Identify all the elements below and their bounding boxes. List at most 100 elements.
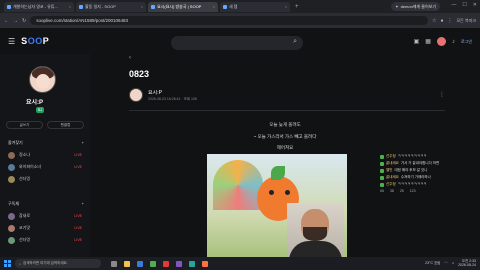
browser-tab-2[interactable]: 활동 일지 - SOOP × (76, 1, 146, 12)
avatar[interactable] (436, 37, 446, 46)
station-sidebar: 요시:P BJ 글쓰기 팬클럽 즐겨찾기 + 정소나 LIVE 와이파이소녀 LIVE… (0, 54, 90, 257)
close-icon[interactable]: × (213, 4, 215, 9)
taskbar-search-input[interactable]: ⌕ 검색하려면 여기에 입력하세요. (15, 259, 101, 268)
add-icon[interactable]: + (82, 140, 84, 146)
live-badge: LIVE (74, 153, 82, 157)
back-icon[interactable]: ← (4, 18, 9, 24)
browser-tab-3[interactable]: 요시(요시) 방송국 | SOOP × (148, 1, 218, 12)
chat-message: 선주정 ㅋㅋㅋㅋㅋㅋㅋㅋㅋ (380, 153, 468, 160)
search-icon[interactable]: ⌕ (293, 38, 297, 46)
app-icon[interactable] (202, 260, 208, 267)
new-tab-button[interactable]: + (295, 4, 299, 10)
ai-assistant-button[interactable]: ✦ demon에게 물어보기 (391, 2, 440, 11)
chat-overlay: 선주정 ㅋㅋㅋㅋㅋㅋㅋㅋㅋ 끝내세요 가서 거 끝내야합니다 하면 엘빈 대청 해야 … (380, 153, 468, 203)
browser-menu-icon[interactable]: ⋮ (447, 18, 452, 24)
avatar (8, 212, 15, 220)
camera-icon[interactable]: ▣ (414, 38, 420, 45)
fanclub-button[interactable]: 팬클럽 (47, 121, 84, 129)
sidebar-item[interactable]: 코기맛 LIVE (8, 223, 82, 233)
post-body-line: ~ 오늘 가스라서 가스 빼고 올려다 (253, 134, 317, 139)
reload-icon[interactable]: ↻ (22, 18, 26, 24)
close-window-icon[interactable]: ✕ (473, 2, 477, 8)
section-label: 즐겨찾기 (8, 140, 23, 145)
more-icon[interactable]: ⋮ (439, 91, 445, 98)
close-icon[interactable]: × (285, 4, 287, 9)
chat-message: 끝내세요 수져하기 가매라하나 (380, 174, 468, 181)
favorites-section-title[interactable]: 즐겨찾기 + (8, 140, 84, 146)
browser-tab-1[interactable]: 개발하는남자 영코 - 유튜... × (4, 1, 74, 12)
task-view-icon[interactable] (111, 260, 117, 267)
app-icon[interactable] (189, 260, 195, 267)
chat-nick: 선주정 (386, 154, 396, 158)
clock[interactable]: 오전 2:33 2026-08-24 (458, 259, 476, 267)
all-bookmarks[interactable]: 모든 북마크 (456, 18, 476, 24)
sidebar-item[interactable]: 선더멍 LIVE (8, 235, 82, 245)
stat-value: 65 (380, 189, 384, 193)
write-button[interactable]: 글쓰기 (6, 121, 43, 129)
star-icon[interactable]: ☆ (432, 18, 436, 24)
avatar (8, 224, 15, 232)
live-badge: LIVE (74, 238, 82, 242)
chat-message: 엘빈 대청 해야 후보 갈 것니 (380, 167, 468, 174)
taskbar-apps (111, 260, 208, 267)
sidebar-item[interactable]: 와이파이소녀 LIVE (8, 162, 82, 172)
chat-text: 가서 거 끝내야합니다 하면 (400, 161, 440, 165)
forward-icon[interactable]: → (13, 18, 18, 24)
tab-label: 활동 일지 - SOOP (85, 3, 116, 9)
back-button[interactable]: ‹ (129, 55, 131, 61)
soop-logo[interactable]: SOOP (21, 36, 49, 46)
profile-badge: BJ (36, 107, 45, 113)
stat-value: 25 (399, 189, 404, 193)
chat-nick: 끝내세요 (386, 175, 399, 179)
app-icon[interactable] (163, 260, 169, 267)
tab-label: 요시(요시) 방송국 | SOOP (157, 3, 202, 9)
url-field[interactable]: sooplive.com/station/AN1589/post/2001064… (30, 16, 428, 25)
profile-icon[interactable]: ● (440, 18, 443, 24)
chrome-icon[interactable] (150, 260, 156, 267)
edge-icon[interactable] (137, 260, 143, 267)
close-icon[interactable]: × (141, 4, 143, 9)
grid-icon[interactable]: ▦ (425, 38, 431, 45)
clock-date: 2026-08-24 (458, 263, 476, 267)
close-icon[interactable]: × (69, 4, 71, 9)
logo-p: P (42, 36, 50, 46)
sidebar-item[interactable]: 정소나 LIVE (8, 150, 82, 160)
chat-message: 끝내세요 가서 거 끝내야합니다 하면 (380, 160, 468, 167)
browser-tab-4[interactable]: 새 탭 × (220, 1, 290, 12)
system-tray: 23°C 흐림 ◠ ♫ 오전 2:33 2026-08-24 (425, 259, 476, 267)
subscriptions-section-title[interactable]: 구독채 + (8, 201, 84, 207)
chat-badge-icon (380, 161, 384, 166)
wifi-icon[interactable]: ◠ (444, 261, 447, 265)
file-explorer-icon[interactable] (124, 260, 130, 267)
section-label: 구독채 (8, 201, 20, 206)
avatar (8, 151, 15, 159)
site-header: ☰ SOOP ⌕ ▣ ▦ ♪ 로그인 (0, 28, 480, 54)
bell-icon[interactable]: ♪ (452, 39, 455, 45)
chat-badge-icon (380, 182, 384, 187)
volume-icon[interactable]: ♫ (451, 261, 454, 265)
search-input[interactable]: ⌕ (171, 36, 303, 50)
weather-text[interactable]: 23°C 흐림 (425, 261, 440, 266)
tab-favicon (7, 4, 11, 9)
login-button[interactable]: 로그인 (461, 39, 472, 45)
sidebar-item[interactable]: 선더멍 (8, 174, 82, 184)
webcam-person-beard (303, 227, 327, 241)
webcam-overlay (287, 203, 344, 257)
minimize-icon[interactable]: — (451, 2, 456, 8)
leaf-illustration (271, 166, 285, 180)
logo-oo: OO (27, 36, 43, 46)
maximize-icon[interactable]: ☐ (462, 2, 466, 8)
profile-actions: 글쓰기 팬클럽 (6, 121, 84, 129)
profile-avatar[interactable] (29, 66, 56, 93)
profile-name: 요시:P (26, 100, 44, 106)
tab-favicon (151, 4, 155, 9)
avatar (8, 163, 15, 171)
add-icon[interactable]: + (82, 201, 84, 207)
sidebar-item[interactable]: 참새로 LIVE (8, 211, 82, 221)
menu-icon[interactable]: ☰ (8, 37, 15, 46)
sidebar-item-label: 참새로 (19, 213, 31, 218)
author-name[interactable]: 요시:P (148, 89, 162, 96)
app-icon[interactable] (176, 260, 182, 267)
author-avatar[interactable] (129, 88, 143, 102)
windows-start-icon[interactable] (4, 260, 11, 267)
